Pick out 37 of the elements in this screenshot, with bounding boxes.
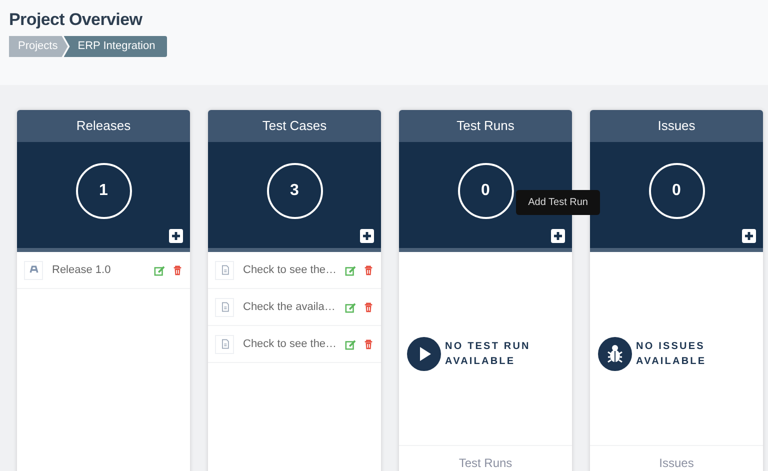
count-circle: 0 bbox=[458, 163, 514, 219]
breadcrumb-item[interactable]: ERP Integration bbox=[64, 36, 168, 57]
item-text[interactable]: Release 1.0 bbox=[52, 264, 147, 276]
item-text[interactable]: Check to see the… bbox=[243, 338, 338, 350]
count-circle: 3 bbox=[266, 163, 322, 219]
panel-footer[interactable]: Issues bbox=[590, 445, 763, 471]
panel-title: Releases bbox=[17, 110, 190, 142]
tooltip: Add Test Run bbox=[516, 190, 600, 215]
document-icon bbox=[215, 260, 234, 280]
count-circle: 0 bbox=[648, 163, 704, 219]
panel-title: Test Cases bbox=[208, 110, 381, 142]
item-text[interactable]: Check the availa… bbox=[243, 301, 338, 313]
add-icon[interactable] bbox=[360, 229, 374, 243]
panel-title: Test Runs bbox=[399, 110, 572, 142]
delete-icon[interactable] bbox=[363, 264, 374, 276]
panel-title: Issues bbox=[590, 110, 763, 142]
empty-message: NO ISSUES AVAILABLE bbox=[636, 340, 708, 368]
edit-icon[interactable] bbox=[345, 338, 356, 350]
page-title: Project Overview bbox=[9, 10, 144, 30]
edit-icon[interactable] bbox=[345, 264, 356, 276]
document-icon bbox=[215, 334, 234, 354]
add-icon[interactable] bbox=[169, 229, 183, 243]
edit-icon[interactable] bbox=[345, 302, 356, 312]
play-icon bbox=[407, 336, 441, 370]
add-icon[interactable] bbox=[742, 229, 756, 243]
edit-icon[interactable] bbox=[154, 264, 165, 276]
panel-footer[interactable]: Test Runs bbox=[399, 445, 572, 471]
count-circle: 1 bbox=[76, 163, 132, 219]
item-text[interactable]: Check to see the… bbox=[243, 264, 338, 276]
delete-icon[interactable] bbox=[363, 302, 374, 312]
document-icon bbox=[215, 298, 234, 316]
release-icon bbox=[24, 260, 43, 280]
add-icon[interactable] bbox=[551, 229, 565, 243]
bug-icon bbox=[598, 336, 632, 370]
empty-message: NO TEST RUN AVAILABLE bbox=[445, 340, 532, 368]
delete-icon[interactable] bbox=[172, 264, 183, 276]
delete-icon[interactable] bbox=[363, 338, 374, 350]
